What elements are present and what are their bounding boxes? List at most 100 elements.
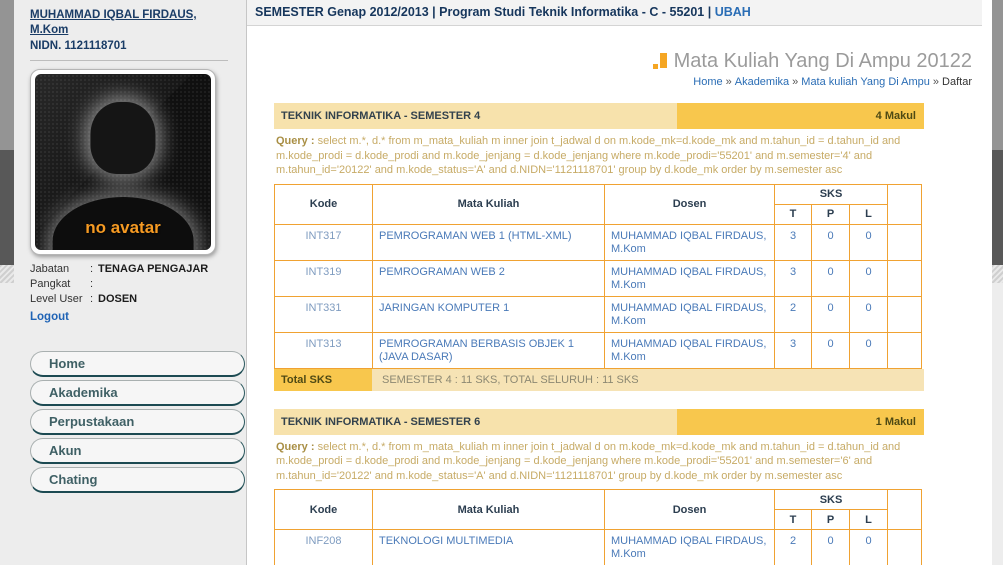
breadcrumb-akademika[interactable]: Akademika [735,76,789,88]
column-header-dosen: Dosen [605,490,775,530]
edge-segment-gray [992,0,1003,150]
column-header-empty [888,490,922,530]
info-value: TENAGA PENGAJAR [98,262,208,277]
sidebar-item-perpustakaan[interactable]: Perpustakaan [30,409,245,435]
sks-l: 0 [850,296,888,332]
profile-nidn: NIDN. 1121118701 [30,39,246,54]
panel-header: TEKNIK INFORMATIKA - SEMESTER 6 1 Makul [274,409,924,435]
breadcrumb-mata-kuliah-yang-di-ampu[interactable]: Mata kuliah Yang Di Ampu [801,76,930,88]
sks-l: 0 [850,530,888,565]
course-kode: INT313 [275,332,373,368]
sidebar-item-chating[interactable]: Chating [30,467,245,493]
profile-info-row: Level User:DOSEN [30,292,246,307]
semester-header-text: SEMESTER Genap 2012/2013 | Program Studi… [255,5,715,19]
course-name: PEMROGRAMAN BERBASIS OBJEK 1 (JAVA DASAR… [373,332,605,368]
edge-segment-light [992,283,1003,565]
sks-l: 0 [850,224,888,260]
edge-segment-dark [992,150,1003,265]
course-row: INT331JARINGAN KOMPUTER 1MUHAMMAD IQBAL … [275,296,922,332]
column-header-t: T [775,510,812,530]
profile-info: Jabatan:TENAGA PENGAJARPangkat:Level Use… [30,262,246,307]
course-dosen: MUHAMMAD IQBAL FIRDAUS, M.Kom [605,332,775,368]
empty-cell [888,530,922,565]
course-kode: INF208 [275,530,373,565]
breadcrumb-home[interactable]: Home [693,76,722,88]
column-header-kode: Kode [275,184,373,224]
divider [30,60,228,61]
avatar: no avatar [30,69,216,255]
column-header-sks: SKS [775,490,888,510]
course-table: Kode Mata Kuliah Dosen SKS T P L INF208T… [274,489,922,565]
empty-cell [888,260,922,296]
course-kode: INT319 [275,260,373,296]
course-table: Kode Mata Kuliah Dosen SKS T P L INT317P… [274,184,922,369]
info-label: Level User [30,292,90,307]
edge-segment-gray [0,0,14,150]
semester-panel: TEKNIK INFORMATIKA - SEMESTER 4 4 Makul … [274,103,924,391]
course-dosen: MUHAMMAD IQBAL FIRDAUS, M.Kom [605,260,775,296]
sks-t: 2 [775,530,812,565]
column-header-sks: SKS [775,184,888,204]
page-edge-left [0,0,14,565]
profile-name-link[interactable]: MUHAMMAD IQBAL FIRDAUS, M.Kom [30,8,225,38]
semester-panel: TEKNIK INFORMATIKA - SEMESTER 6 1 Makul … [274,409,924,565]
column-header-p: P [812,510,850,530]
course-row: INT313PEMROGRAMAN BERBASIS OBJEK 1 (JAVA… [275,332,922,368]
column-header-l: L [850,510,888,530]
sks-t: 3 [775,224,812,260]
course-dosen: MUHAMMAD IQBAL FIRDAUS, M.Kom [605,296,775,332]
sks-t: 3 [775,332,812,368]
course-row: INT319PEMROGRAMAN WEB 2MUHAMMAD IQBAL FI… [275,260,922,296]
course-row: INF208TEKNOLOGI MULTIMEDIAMUHAMMAD IQBAL… [275,530,922,565]
sks-l: 0 [850,260,888,296]
panel-makul-count: 4 Makul [677,103,924,129]
edge-segment-dark [0,150,14,265]
sidebar: MUHAMMAD IQBAL FIRDAUS, M.Kom NIDN. 1121… [14,0,247,565]
course-dosen: MUHAMMAD IQBAL FIRDAUS, M.Kom [605,224,775,260]
profile-info-row: Jabatan:TENAGA PENGAJAR [30,262,246,277]
breadcrumb-separator: » [933,76,939,88]
sidebar-item-home[interactable]: Home [30,351,245,377]
empty-cell [888,332,922,368]
column-header-mata-kuliah: Mata Kuliah [373,184,605,224]
course-name: TEKNOLOGI MULTIMEDIA [373,530,605,565]
total-sks-value: SEMESTER 4 : 11 SKS, TOTAL SELURUH : 11 … [372,369,924,391]
empty-cell [888,296,922,332]
column-header-t: T [775,204,812,224]
panel-makul-count: 1 Makul [677,409,924,435]
empty-cell [888,224,922,260]
breadcrumb-separator: » [792,76,798,88]
sks-t: 3 [775,260,812,296]
total-sks-label: Total SKS [274,369,372,391]
course-row: INT317PEMROGRAMAN WEB 1 (HTML-XML)MUHAMM… [275,224,922,260]
sidebar-item-akademika[interactable]: Akademika [30,380,245,406]
title-row: Mata Kuliah Yang Di Ampu 20122 [247,50,992,73]
course-kode: INT331 [275,296,373,332]
sks-l: 0 [850,332,888,368]
sidebar-item-akun[interactable]: Akun [30,438,245,464]
sks-p: 0 [812,530,850,565]
info-label: Pangkat [30,277,90,292]
column-header-mata-kuliah: Mata Kuliah [373,490,605,530]
sks-p: 0 [812,260,850,296]
logout-link[interactable]: Logout [30,311,69,323]
course-name: JARINGAN KOMPUTER 1 [373,296,605,332]
column-header-p: P [812,204,850,224]
column-header-kode: Kode [275,490,373,530]
ubah-link[interactable]: UBAH [715,5,751,19]
breadcrumb-daftar: Daftar [942,76,972,88]
course-dosen: MUHAMMAD IQBAL FIRDAUS, M.Kom [605,530,775,565]
page-title: Mata Kuliah Yang Di Ampu 20122 [674,50,972,73]
course-kode: INT317 [275,224,373,260]
edge-segment-hatch [992,265,1003,283]
column-header-empty [888,184,922,224]
sks-p: 0 [812,224,850,260]
column-header-dosen: Dosen [605,184,775,224]
semester-header-bar: SEMESTER Genap 2012/2013 | Program Studi… [247,0,982,26]
sql-query-text: Query : select m.*, d.* from m_mata_kuli… [274,435,924,490]
main-content: SEMESTER Genap 2012/2013 | Program Studi… [247,0,992,565]
panel-header: TEKNIK INFORMATIKA - SEMESTER 4 4 Makul [274,103,924,129]
info-value: DOSEN [98,292,137,307]
edge-segment-light [0,283,14,565]
sks-p: 0 [812,296,850,332]
